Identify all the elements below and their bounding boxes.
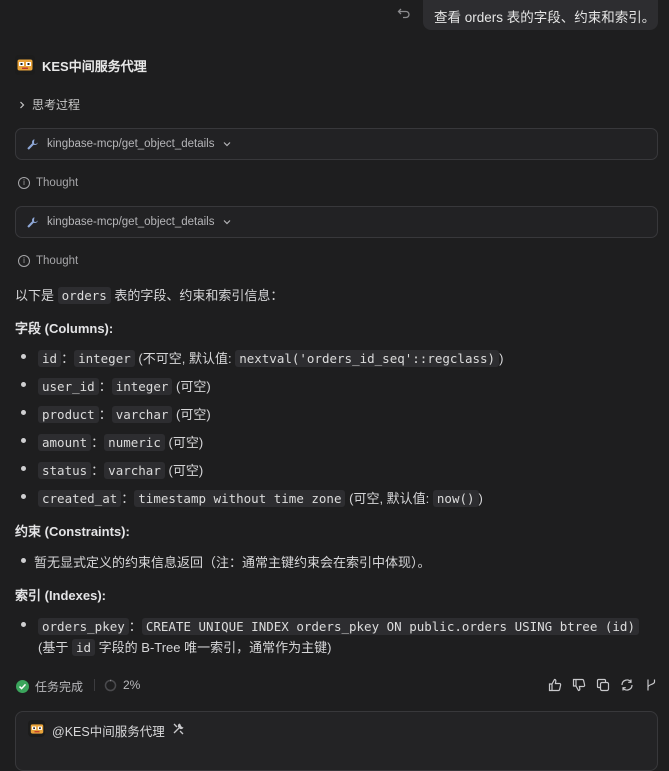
- thought-2[interactable]: i Thought: [18, 255, 78, 267]
- column-note: (不可空, 默认值:: [138, 351, 232, 366]
- list-item: user_id： integer (可空): [38, 376, 211, 395]
- column-note: (可空): [168, 435, 204, 450]
- list-item: created_at： timestamp without time zone (…: [38, 488, 483, 507]
- list-bullet: [21, 622, 26, 627]
- check-circle-icon: [16, 680, 29, 693]
- message-actions: [548, 678, 658, 692]
- column-type: varchar: [104, 462, 165, 479]
- wrench-icon: [27, 216, 38, 228]
- list-item: amount： numeric (可空): [38, 432, 203, 451]
- table-name-code: orders: [57, 287, 111, 304]
- mention-composer[interactable]: @KES中间服务代理: [15, 711, 658, 771]
- column-default: now(): [432, 490, 479, 507]
- intro-text: 以下是 orders 表的字段、约束和索引信息：: [15, 285, 283, 304]
- column-name: product: [38, 406, 99, 423]
- column-note-end: ): [499, 351, 504, 366]
- separator: ：: [128, 619, 142, 634]
- intro-prefix: 以下是: [15, 288, 55, 303]
- column-note-end: ): [478, 491, 483, 506]
- thought-label: Thought: [36, 177, 79, 189]
- constraints-heading: 约束 (Constraints):: [15, 524, 130, 539]
- separator: ：: [98, 407, 112, 422]
- list-bullet: [21, 466, 26, 471]
- separator: ：: [61, 351, 75, 366]
- columns-heading: 字段 (Columns):: [15, 321, 114, 336]
- column-note: (可空): [176, 407, 211, 422]
- list-bullet: [21, 438, 26, 443]
- thought-1[interactable]: i Thought: [18, 177, 78, 189]
- progress-value: 2%: [123, 678, 141, 692]
- column-type: numeric: [104, 434, 165, 451]
- index-desc-pre: (基于: [38, 640, 69, 655]
- tools-icon[interactable]: [172, 722, 185, 735]
- tool-call-name: kingbase-mcp/get_object_details: [47, 138, 215, 150]
- agent-name: KES中间服务代理: [42, 58, 147, 74]
- tool-call-name: kingbase-mcp/get_object_details: [47, 216, 215, 228]
- task-status-label: 任务完成: [35, 680, 84, 694]
- constraints-item: 暂无显式定义的约束信息返回（注：通常主键约束会在索引中体现）。: [34, 555, 431, 570]
- index-item: orders_pkey： CREATE UNIQUE INDEX orders_p…: [38, 616, 639, 635]
- thumbs-down-icon[interactable]: [572, 678, 586, 692]
- thought-label: Thought: [36, 255, 79, 267]
- separator: ：: [91, 463, 105, 478]
- chevron-down-icon: [223, 142, 230, 147]
- list-bullet: [21, 410, 26, 415]
- column-note: (可空, 默认值:: [349, 491, 430, 506]
- agent-header: KES中间服务代理: [15, 55, 147, 75]
- column-name: id: [38, 350, 62, 367]
- column-name: status: [38, 462, 92, 479]
- list-bullet: [21, 382, 26, 387]
- column-name: created_at: [38, 490, 122, 507]
- separator: ：: [98, 379, 112, 394]
- chevron-right-icon: [20, 101, 25, 108]
- column-default: nextval('orders_id_seq'::regclass): [235, 350, 500, 367]
- column-type: timestamp without time zone: [134, 490, 346, 507]
- chevron-down-icon: [223, 220, 230, 225]
- intro-suffix: 表的字段、约束和索引信息：: [114, 288, 284, 303]
- list-item: id： integer (不可空, 默认值: nextval('orders_id…: [38, 348, 503, 367]
- agent-logo-icon: [28, 720, 45, 737]
- index-desc-column: id: [71, 639, 96, 656]
- wrench-icon: [27, 138, 38, 150]
- list-item: status： varchar (可空): [38, 460, 203, 479]
- index-description: (基于 id 字段的 B-Tree 唯一索引，通常作为主键): [38, 637, 331, 656]
- thinking-toggle[interactable]: 思考过程: [18, 96, 80, 113]
- status-divider: [94, 679, 95, 691]
- list-bullet: [21, 494, 26, 499]
- info-icon: i: [18, 177, 30, 189]
- undo-icon[interactable]: [397, 5, 411, 22]
- list-bullet: [21, 558, 26, 563]
- list-bullet: [21, 354, 26, 359]
- refresh-icon[interactable]: [620, 678, 634, 692]
- user-message-bubble: 查看 orders 表的字段、约束和索引。: [423, 0, 658, 30]
- index-name: orders_pkey: [38, 618, 129, 635]
- column-type: integer: [111, 378, 173, 395]
- info-icon: i: [18, 255, 30, 267]
- column-name: user_id: [38, 378, 99, 395]
- tool-call-1[interactable]: kingbase-mcp/get_object_details: [15, 128, 658, 160]
- progress-ring-icon: [104, 679, 117, 691]
- indexes-heading: 索引 (Indexes):: [15, 588, 107, 603]
- index-definition: CREATE UNIQUE INDEX orders_pkey ON publi…: [141, 618, 639, 635]
- thumbs-up-icon[interactable]: [548, 678, 562, 692]
- thinking-toggle-label: 思考过程: [32, 98, 81, 112]
- mention-label: @KES中间服务代理: [52, 725, 165, 739]
- column-note: (可空): [168, 463, 204, 478]
- list-item: product： varchar (可空): [38, 404, 211, 423]
- progress-indicator: 2%: [104, 678, 140, 692]
- column-note: (可空): [176, 379, 211, 394]
- separator: ：: [121, 491, 135, 506]
- tool-call-2[interactable]: kingbase-mcp/get_object_details: [15, 206, 658, 238]
- task-status: 任务完成: [16, 678, 83, 695]
- index-desc-post: 字段的 B-Tree 唯一索引，通常作为主键): [98, 640, 332, 655]
- agent-logo-icon: [15, 55, 35, 75]
- column-type: integer: [74, 350, 135, 367]
- copy-icon[interactable]: [596, 678, 610, 692]
- separator: ：: [91, 435, 105, 450]
- column-type: varchar: [111, 406, 173, 423]
- column-name: amount: [38, 434, 92, 451]
- branch-icon[interactable]: [644, 678, 658, 692]
